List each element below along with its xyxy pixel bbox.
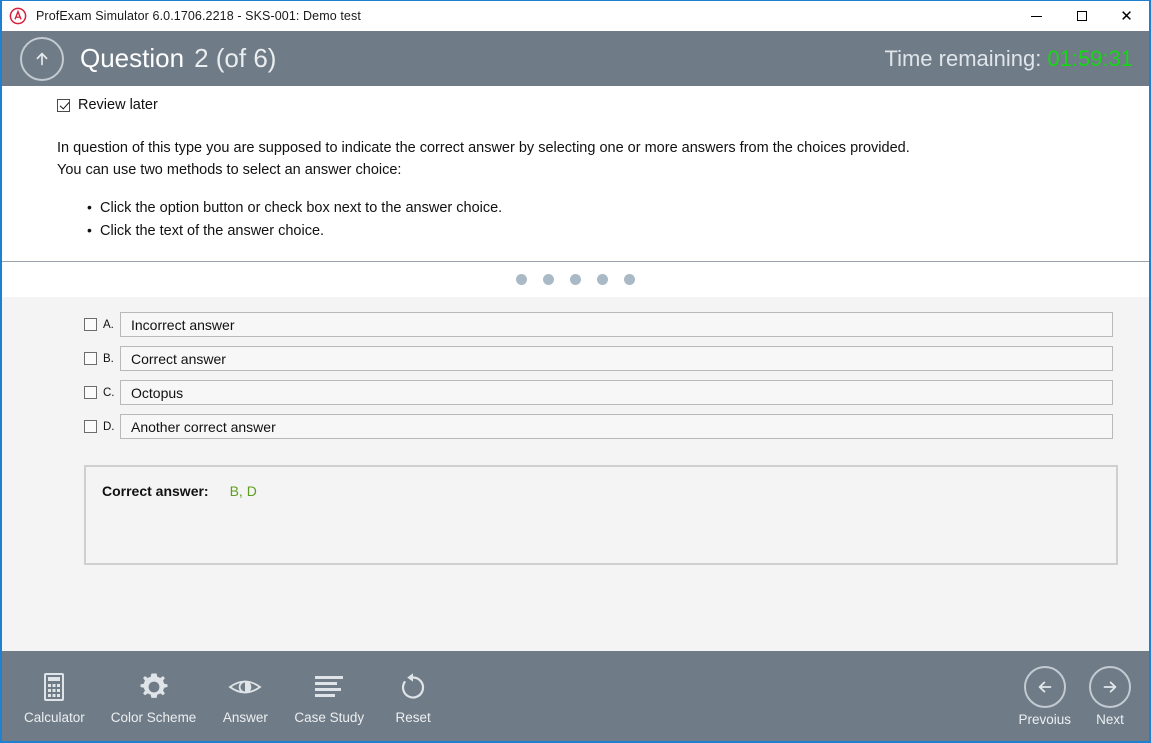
answer-option-d[interactable]: D. Another correct answer	[2, 414, 1149, 439]
maximize-icon	[1076, 11, 1087, 21]
bottom-toolbar: Calculator Color Scheme Answer Case Stud…	[2, 651, 1149, 741]
minimize-icon	[1031, 15, 1042, 17]
question-bullet-list: Click the option button or check box nex…	[57, 196, 1129, 243]
review-later-checkbox[interactable]	[57, 98, 70, 112]
splitter-dot	[570, 274, 581, 285]
color-scheme-label: Color Scheme	[110, 709, 197, 725]
color-scheme-button[interactable]: Color Scheme	[110, 668, 197, 725]
answer-checkbox-c[interactable]	[84, 386, 97, 399]
previous-label: Prevoius	[1018, 711, 1071, 727]
answer-option-c[interactable]: C. Octopus	[2, 380, 1149, 405]
next-button[interactable]: Next	[1089, 665, 1131, 727]
case-study-label: Case Study	[294, 709, 365, 725]
correct-answer-label: Correct answer:	[102, 483, 209, 499]
answer-text-d[interactable]: Another correct answer	[120, 414, 1113, 439]
window-title: ProfExam Simulator 6.0.1706.2218 - SKS-0…	[36, 9, 361, 23]
list-item: Click the option button or check box nex…	[87, 196, 1129, 220]
answer-checkbox-b[interactable]	[84, 352, 97, 365]
arrow-right-icon	[1089, 665, 1131, 708]
question-number: 2 (of 6)	[194, 43, 277, 73]
answer-option-a[interactable]: A. Incorrect answer	[2, 312, 1149, 337]
app-window: ProfExam Simulator 6.0.1706.2218 - SKS-0…	[0, 0, 1151, 743]
answer-text-b[interactable]: Correct answer	[120, 346, 1113, 371]
splitter-dot	[543, 274, 554, 285]
scroll-up-button[interactable]	[20, 36, 64, 81]
previous-button[interactable]: Prevoius	[1018, 665, 1071, 727]
minimize-button[interactable]	[1014, 1, 1059, 31]
answer-label: Answer	[222, 709, 268, 725]
answer-letter-c: C.	[103, 386, 115, 399]
answer-checkbox-a[interactable]	[84, 318, 97, 331]
arrow-up-icon	[36, 52, 48, 65]
review-later-label: Review later	[78, 97, 158, 113]
profexam-logo-icon	[9, 7, 27, 25]
question-header: Question 2 (of 6) Time remaining: 01:59:31	[2, 31, 1149, 86]
question-pane: Review later In question of this type yo…	[2, 86, 1149, 261]
close-button[interactable]: ✕	[1104, 1, 1149, 31]
case-study-button[interactable]: Case Study	[294, 668, 364, 725]
timer-label: Time remaining:	[884, 45, 1042, 71]
calculator-icon	[41, 668, 67, 706]
maximize-button[interactable]	[1059, 1, 1104, 31]
splitter-dot	[516, 274, 527, 285]
answers-pane: A. Incorrect answer B. Correct answer C.…	[2, 297, 1149, 651]
title-bar: ProfExam Simulator 6.0.1706.2218 - SKS-0…	[2, 1, 1149, 31]
reset-button[interactable]: Reset	[390, 668, 436, 725]
list-item: Click the text of the answer choice.	[87, 219, 1129, 243]
next-label: Next	[1096, 711, 1124, 727]
navigation-group: Prevoius Next	[1018, 665, 1131, 727]
review-later-row[interactable]: Review later	[57, 97, 1129, 113]
answer-button[interactable]: Answer	[222, 668, 268, 725]
answer-option-b[interactable]: B. Correct answer	[2, 346, 1149, 371]
reset-label: Reset	[395, 709, 431, 725]
question-text-line-1: In question of this type you are suppose…	[57, 140, 910, 156]
explanation-panel: Correct answer: B, D	[84, 465, 1118, 565]
gear-icon	[137, 668, 171, 706]
answer-text-a[interactable]: Incorrect answer	[120, 312, 1113, 337]
question-word: Question	[80, 43, 185, 73]
calculator-button[interactable]: Calculator	[24, 668, 85, 725]
question-text-line-2: You can use two methods to select an ans…	[57, 162, 402, 178]
timer-value: 01:59:31	[1047, 45, 1133, 71]
calculator-label: Calculator	[24, 709, 85, 725]
answer-text-c[interactable]: Octopus	[120, 380, 1113, 405]
correct-answer-value: B, D	[229, 483, 257, 499]
answer-letter-d: D.	[103, 420, 115, 433]
splitter-dot	[597, 274, 608, 285]
window-controls: ✕	[1014, 1, 1149, 31]
timer: Time remaining: 01:59:31	[884, 46, 1133, 72]
lines-icon	[313, 668, 345, 706]
eye-icon	[227, 668, 263, 706]
pane-splitter[interactable]	[2, 261, 1149, 297]
answer-letter-a: A.	[103, 318, 114, 331]
reset-arrow-icon	[399, 668, 427, 706]
answer-letter-b: B.	[103, 352, 114, 365]
answer-checkbox-d[interactable]	[84, 420, 97, 433]
close-icon: ✕	[1120, 6, 1133, 25]
splitter-dot	[624, 274, 635, 285]
page-title: Question 2 (of 6)	[80, 43, 276, 74]
arrow-left-icon	[1023, 665, 1066, 708]
